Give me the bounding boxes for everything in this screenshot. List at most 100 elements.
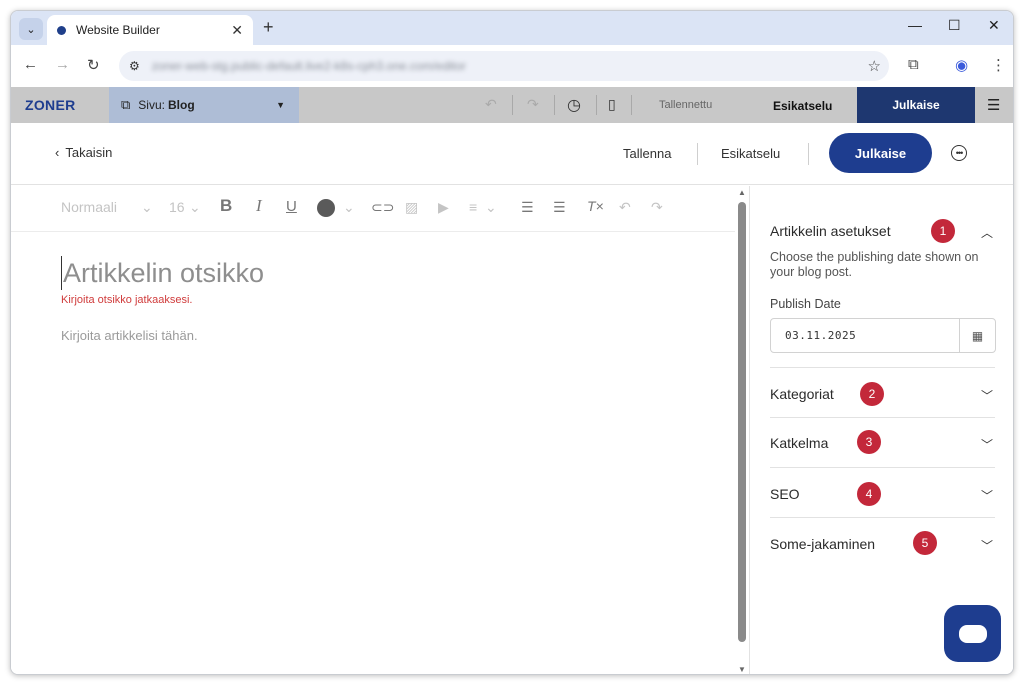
tab-title: Website Builder (76, 23, 160, 37)
seo-title[interactable]: SEO (770, 486, 800, 502)
seo-section[interactable]: SEO 4 ﹀ (770, 468, 995, 518)
publish-date-field[interactable]: 03.11.2025 ▦ (770, 318, 996, 353)
publish-button[interactable]: Julkaise (857, 87, 975, 123)
redo-icon[interactable]: ↷ (527, 96, 539, 113)
menu-icon[interactable]: ☰ (987, 96, 1000, 114)
publish-button[interactable]: Julkaise (829, 133, 932, 173)
calendar-icon[interactable]: ▦ (959, 319, 995, 352)
undo-icon[interactable]: ↶ (619, 199, 631, 216)
browser-menu-icon[interactable]: ⋮ (991, 56, 1006, 74)
address-row: ← → ↻ ⚙ zoner-web-stg.public-default.liv… (11, 45, 1013, 87)
settings-sidebar: Artikkelin asetukset 1 ︿ Choose the publ… (750, 186, 1013, 674)
scroll-down-icon[interactable]: ▼ (738, 665, 746, 674)
publish-date-label: Publish Date (770, 297, 841, 311)
url-text: zoner-web-stg.public-default.live2-k8s-c… (151, 59, 466, 73)
chat-support-button[interactable] (944, 605, 1001, 662)
publish-date-value[interactable]: 03.11.2025 (785, 329, 856, 342)
article-body-input[interactable]: Kirjoita artikkelisi tähän. (61, 328, 701, 343)
chevron-down-icon[interactable]: ⌄ (141, 199, 153, 216)
step-badge: 2 (860, 382, 884, 406)
categories-title[interactable]: Kategoriat (770, 386, 834, 402)
link-icon[interactable]: ⊂⊃ (371, 199, 394, 216)
chevron-down-icon[interactable]: ⌄ (343, 199, 355, 216)
caret-down-icon: ▼ (276, 100, 285, 110)
social-sharing-title[interactable]: Some-jakaminen (770, 536, 875, 552)
step-badge: 4 (857, 482, 881, 506)
underline-icon[interactable]: U (286, 198, 297, 215)
numbered-list-icon[interactable]: ☰ (521, 199, 534, 216)
back-button[interactable]: ‹ Takaisin (55, 145, 112, 160)
excerpt-section[interactable]: Katkelma 3 ﹀ (770, 418, 995, 468)
chevron-down-icon[interactable]: ﹀ (981, 436, 993, 453)
page-prefix: Sivu: (138, 98, 165, 112)
chevron-down-icon[interactable]: ⌄ (485, 199, 497, 216)
tab-search-button[interactable]: ⌄ (19, 18, 43, 40)
chevron-down-icon[interactable]: ﹀ (981, 537, 993, 554)
step-badge: 3 (857, 430, 881, 454)
video-icon[interactable]: ▶ (438, 199, 449, 216)
paragraph-style-select[interactable]: Normaali (61, 199, 117, 215)
chevron-down-icon[interactable]: ﹀ (981, 487, 993, 504)
save-button[interactable]: Tallenna (623, 146, 671, 161)
chevron-down-icon[interactable]: ﹀ (981, 387, 993, 404)
zoner-logo: ZONER (25, 97, 76, 113)
chevron-down-icon: ⌄ (26, 23, 36, 36)
close-window-button[interactable]: ✕ (988, 17, 1000, 34)
clear-format-icon[interactable]: T× (587, 198, 604, 214)
extensions-icon[interactable]: ⧉ (908, 56, 919, 73)
back-label: Takaisin (65, 145, 113, 160)
minimize-button[interactable]: — (908, 17, 922, 33)
tab-strip: ⌄ Website Builder ✕ + — ☐ ✕ (11, 11, 1013, 45)
undo-icon[interactable]: ↶ (485, 96, 497, 113)
toolbar-divider (596, 95, 597, 115)
back-icon[interactable]: ← (23, 56, 38, 73)
page-icon: ⧉ (121, 97, 131, 112)
toolbar-divider (631, 95, 632, 115)
excerpt-title[interactable]: Katkelma (770, 435, 828, 451)
formatting-toolbar: Normaali ⌄ 16 ⌄ B I U ⌄ ⊂⊃ ▨ ▶ ≡ ⌄ ☰ ☰ T… (11, 186, 735, 232)
reload-icon[interactable]: ↻ (87, 56, 100, 74)
categories-section[interactable]: Kategoriat 2 ﹀ (770, 368, 995, 418)
font-size-select[interactable]: 16 (169, 199, 185, 215)
chevron-down-icon[interactable]: ⌄ (189, 199, 201, 216)
bold-icon[interactable]: B (220, 196, 232, 216)
chevron-up-icon[interactable]: ︿ (981, 224, 993, 241)
article-title-input[interactable]: Artikkelin otsikko (61, 256, 701, 290)
editor-content[interactable]: Artikkelin otsikko Kirjoita otsikko jatk… (61, 256, 701, 343)
social-sharing-section[interactable]: Some-jakaminen 5 ﹀ (770, 518, 995, 568)
address-bar[interactable]: ⚙ zoner-web-stg.public-default.live2-k8s… (119, 51, 889, 81)
forward-icon[interactable]: → (55, 56, 70, 73)
page-selector[interactable]: ⧉ Sivu: Blog ▼ (109, 87, 299, 123)
align-icon[interactable]: ≡ (469, 199, 477, 215)
scroll-up-icon[interactable]: ▲ (738, 188, 746, 197)
image-icon[interactable]: ▨ (405, 199, 418, 216)
saved-status: Tallennettu (659, 99, 713, 111)
bullet-list-icon[interactable]: ☰ (553, 199, 566, 216)
text-color-swatch[interactable] (317, 199, 335, 217)
browser-tab[interactable]: Website Builder ✕ (47, 15, 253, 45)
tab-close-icon[interactable]: ✕ (231, 22, 243, 39)
editor-scrollbar[interactable]: ▲ ▼ (736, 186, 748, 674)
header-divider (808, 143, 809, 165)
more-options-icon[interactable]: ••• (951, 145, 967, 161)
step-badge: 5 (913, 531, 937, 555)
article-settings-title[interactable]: Artikkelin asetukset (770, 223, 891, 239)
preview-button[interactable]: Esikatselu (773, 99, 832, 113)
maximize-button[interactable]: ☐ (948, 17, 961, 34)
chat-bubble-icon (958, 624, 987, 643)
history-icon[interactable]: ◷ (567, 95, 581, 115)
redo-icon[interactable]: ↷ (651, 199, 663, 216)
preview-button[interactable]: Esikatselu (721, 146, 780, 161)
profile-icon[interactable]: ◉ (955, 56, 968, 74)
header-divider (697, 143, 698, 165)
app-top-bar: ZONER ⧉ Sivu: Blog ▼ ↶ ↷ ◷ ▯ Tallennettu… (11, 87, 1013, 123)
mobile-view-icon[interactable]: ▯ (608, 96, 616, 113)
italic-icon[interactable]: I (256, 196, 262, 216)
site-settings-icon[interactable]: ⚙ (129, 59, 140, 73)
editor-header: ‹ Takaisin Tallenna Esikatselu Julkaise … (11, 123, 1013, 185)
article-editor: Normaali ⌄ 16 ⌄ B I U ⌄ ⊂⊃ ▨ ▶ ≡ ⌄ ☰ ☰ T… (11, 186, 735, 674)
bookmark-star-icon[interactable]: ☆ (868, 57, 881, 75)
new-tab-button[interactable]: + (263, 17, 274, 38)
scroll-thumb[interactable] (738, 202, 746, 642)
step-badge: 1 (931, 219, 955, 243)
